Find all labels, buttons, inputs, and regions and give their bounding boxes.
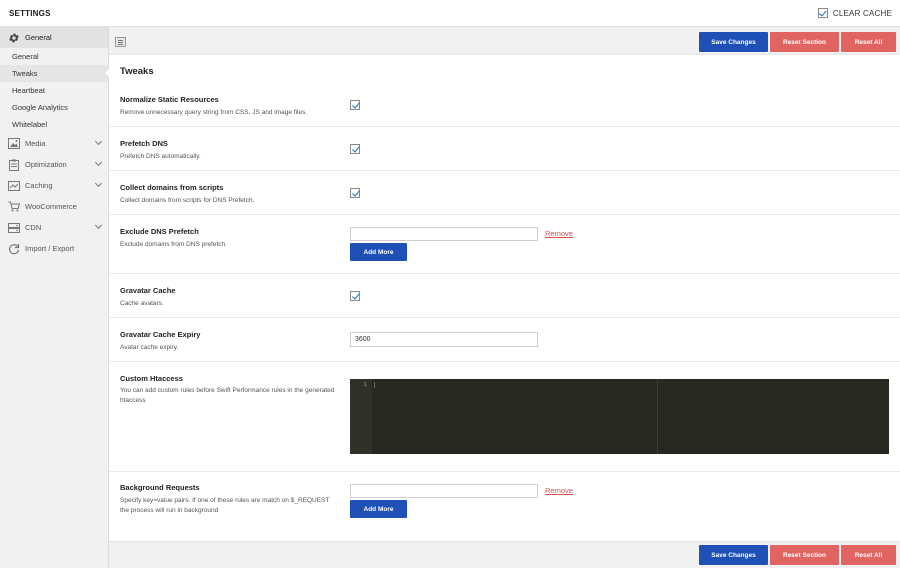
reset-all-button[interactable]: Reset All: [841, 545, 896, 565]
line-number: 1: [363, 381, 367, 388]
sidebar-item-label: Media: [25, 139, 46, 148]
sidebar-subitem-google-analytics[interactable]: Google Analytics: [0, 99, 108, 116]
sidebar-subitem-label: General: [12, 52, 39, 61]
checkmark-icon: [819, 8, 827, 16]
clipboard-icon: [7, 158, 21, 172]
setting-title: Prefetch DNS: [120, 139, 168, 148]
page-title: SETTINGS: [9, 9, 51, 18]
top-bar: SETTINGS CLEAR CACHE: [0, 0, 900, 27]
setting-title: Custom Htaccess: [120, 374, 183, 383]
background-requests-input[interactable]: [350, 484, 538, 498]
refresh-icon: [7, 242, 21, 256]
checkmark-icon: [351, 291, 359, 299]
setting-description: Cache avatars.: [120, 300, 164, 307]
clear-cache-label: CLEAR CACHE: [832, 8, 892, 18]
chevron-down-icon: [94, 221, 103, 230]
gear-icon: [7, 31, 21, 45]
setting-title: Collect domains from scripts: [120, 183, 224, 192]
setting-title: Gravatar Cache: [120, 286, 176, 295]
editor-cursor: [374, 382, 375, 388]
editor-print-margin: [657, 379, 658, 454]
prefetch-dns-checkbox[interactable]: [350, 144, 360, 154]
sidebar-item-label: Optimization: [25, 160, 67, 169]
sidebar-subitem-label: Tweaks: [12, 69, 38, 78]
sidebar-item-label: CDN: [25, 223, 42, 232]
setting-title: Exclude DNS Prefetch: [120, 227, 199, 236]
sidebar-item-import-export[interactable]: Import / Export: [0, 238, 108, 259]
sidebar-subitem-tweaks[interactable]: Tweaks: [0, 65, 109, 82]
setting-row-gravatar-cache: Gravatar Cache Cache avatars.: [109, 274, 900, 318]
normalize-static-resources-checkbox[interactable]: [350, 100, 360, 110]
setting-description: Prefetch DNS automatically.: [120, 153, 201, 160]
exclude-dns-prefetch-input[interactable]: [350, 227, 538, 241]
setting-row-prefetch-dns: Prefetch DNS Prefetch DNS automatically.: [109, 127, 900, 171]
setting-description: Exclude domains from DNS prefetch.: [120, 241, 227, 248]
remove-link[interactable]: Remove: [545, 229, 573, 238]
sidebar-subitem-whitelabel[interactable]: Whitelabel: [0, 116, 108, 133]
chevron-down-icon: [94, 158, 103, 167]
sidebar-item-media[interactable]: Media: [0, 133, 108, 154]
toggle-panel-icon[interactable]: [115, 37, 126, 47]
setting-description: You can add custom rules before Swift Pe…: [120, 387, 335, 404]
add-more-button[interactable]: Add More: [350, 243, 407, 261]
sidebar-item-optimization[interactable]: Optimization: [0, 154, 108, 175]
collect-domains-checkbox[interactable]: [350, 188, 360, 198]
sidebar-item-label: Import / Export: [25, 244, 75, 253]
reset-section-button[interactable]: Reset Section: [770, 32, 839, 52]
sidebar-subitem-label: Whitelabel: [12, 120, 48, 129]
sidebar-item-caching[interactable]: Caching: [0, 175, 108, 196]
sidebar-item-cdn[interactable]: CDN: [0, 217, 108, 238]
setting-row-normalize-static-resources: Normalize Static Resources Remove unnece…: [109, 83, 900, 127]
cdn-icon: [7, 221, 21, 235]
chevron-down-icon: [94, 179, 103, 188]
setting-description: Collect domains from scripts for DNS Pre…: [120, 197, 255, 204]
remove-link[interactable]: Remove: [545, 486, 573, 495]
sidebar-item-woocommerce[interactable]: WooCommerce: [0, 196, 108, 217]
checkmark-icon: [351, 188, 359, 196]
setting-title: Normalize Static Resources: [120, 95, 219, 104]
clear-cache-toggle[interactable]: CLEAR CACHE: [817, 8, 892, 18]
sidebar: General General Tweaks Heartbeat Google …: [0, 27, 109, 568]
bottom-toolbar: Save Changes Reset Section Reset All: [109, 541, 900, 568]
setting-row-background-requests: Background Requests Specify key=value pa…: [109, 472, 900, 541]
sidebar-subitem-general[interactable]: General: [0, 48, 108, 65]
setting-row-gravatar-cache-expiry: Gravatar Cache Expiry Avatar cache expir…: [109, 318, 900, 362]
gravatar-cache-expiry-input[interactable]: 3600: [350, 332, 538, 347]
htaccess-code-editor[interactable]: 1: [350, 379, 889, 454]
setting-title: Background Requests: [120, 483, 200, 492]
main-panel: Save Changes Reset Section Reset All Twe…: [109, 27, 900, 568]
sidebar-subitem-label: Google Analytics: [12, 103, 68, 112]
save-changes-button[interactable]: Save Changes: [699, 32, 768, 52]
sidebar-item-label: Caching: [25, 181, 53, 190]
sidebar-item-label: General: [25, 33, 52, 42]
image-icon: [7, 137, 21, 151]
add-more-button[interactable]: Add More: [350, 500, 407, 518]
save-changes-button[interactable]: Save Changes: [699, 545, 768, 565]
section-title: Tweaks: [120, 66, 154, 77]
chevron-down-icon: [94, 137, 103, 146]
setting-row-exclude-dns-prefetch: Exclude DNS Prefetch Exclude domains fro…: [109, 215, 900, 274]
cart-icon: [7, 200, 21, 214]
reset-section-button[interactable]: Reset Section: [770, 545, 839, 565]
gravatar-cache-checkbox[interactable]: [350, 291, 360, 301]
sidebar-item-label: WooCommerce: [25, 202, 77, 211]
reset-all-button[interactable]: Reset All: [841, 32, 896, 52]
sidebar-item-general[interactable]: General: [0, 27, 108, 48]
editor-gutter: 1: [350, 379, 372, 454]
checkmark-icon: [351, 100, 359, 108]
sidebar-subitem-heartbeat[interactable]: Heartbeat: [0, 82, 108, 99]
checkmark-icon: [351, 144, 359, 152]
setting-description: Remove unnecessary query string from CSS…: [120, 109, 308, 116]
setting-title: Gravatar Cache Expiry: [120, 330, 201, 339]
setting-row-collect-domains: Collect domains from scripts Collect dom…: [109, 171, 900, 215]
sidebar-subitem-label: Heartbeat: [12, 86, 45, 95]
setting-description: Specify key=value pairs. If one of these…: [120, 497, 330, 514]
setting-description: Avatar cache expiry.: [120, 344, 179, 351]
clear-cache-checkbox[interactable]: [817, 8, 828, 18]
caching-icon: [7, 179, 21, 193]
top-toolbar: Save Changes Reset Section Reset All: [109, 27, 900, 55]
